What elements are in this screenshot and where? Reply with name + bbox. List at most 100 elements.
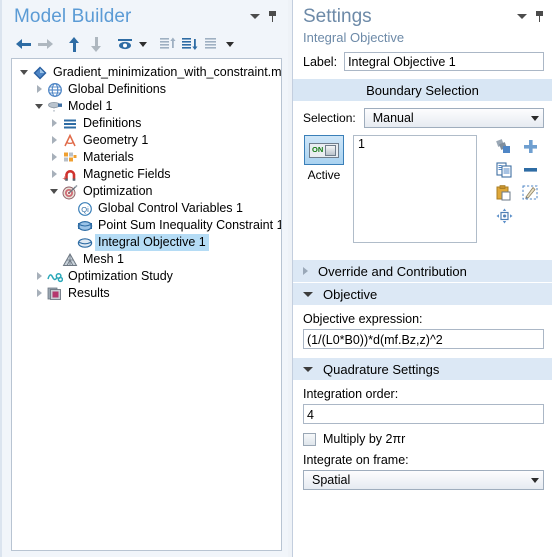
quadrature-settings-header[interactable]: Quadrature Settings xyxy=(293,357,552,380)
quadrature-settings-body: Integration order: 4 Multiply by 2πr Int… xyxy=(293,380,552,490)
pin-icon[interactable] xyxy=(268,11,277,22)
label-row: Label: Integral Objective 1 xyxy=(293,46,552,78)
objective-body: Objective expression: (1/(L0*B0))*d(mf.B… xyxy=(293,305,552,357)
chevron-down-icon xyxy=(531,477,539,483)
eye-icon xyxy=(118,39,132,50)
list-icon xyxy=(205,38,216,49)
label-input[interactable]: Integral Objective 1 xyxy=(344,52,544,71)
list-item[interactable]: 1 xyxy=(358,137,476,151)
tree-node-magnetic-fields[interactable]: + Magnetic Fields xyxy=(12,166,281,183)
chevron-right-icon[interactable] xyxy=(48,132,61,149)
tree-node-model-1[interactable]: Model 1 xyxy=(12,98,281,115)
selection-caption: Selection: xyxy=(303,111,356,125)
integrate-on-frame-dropdown[interactable]: Spatial xyxy=(303,470,544,490)
override-and-contribution-header[interactable]: Override and Contribution xyxy=(293,259,552,282)
back-button[interactable] xyxy=(12,33,34,55)
root-model-icon xyxy=(31,65,49,81)
collapse-all-button[interactable] xyxy=(179,33,201,55)
globe-icon xyxy=(46,82,64,98)
zoom-to-selection-button[interactable] xyxy=(493,206,515,226)
settings-header: Settings xyxy=(293,0,552,28)
tree-node-global-definitions[interactable]: Global Definitions xyxy=(12,81,281,98)
toggle-knob xyxy=(325,144,337,156)
tree-node-optimization-study[interactable]: Optimization Study xyxy=(12,268,281,285)
show-button[interactable] xyxy=(114,33,136,55)
toggle-on-label: ON xyxy=(312,145,324,154)
settings-subtitle: Integral Objective xyxy=(303,30,405,45)
arrow-down-icon xyxy=(91,36,102,52)
expand-all-button[interactable] xyxy=(157,33,179,55)
tree-node-gradient-minimization-with-constraint-mph[interactable]: Gradient_minimization_with_constraint.mp… xyxy=(12,64,281,81)
page-title: Model Builder xyxy=(14,6,132,27)
boundary-body-pad xyxy=(303,243,544,251)
materials-icon xyxy=(61,150,79,166)
move-up-button[interactable] xyxy=(63,33,85,55)
settings-panel: Settings Integral Objective Label: Integ… xyxy=(292,0,552,557)
selection-dropdown[interactable]: Manual xyxy=(363,108,544,128)
paste-button[interactable] xyxy=(493,183,515,203)
show-dropdown[interactable] xyxy=(136,33,150,55)
chevron-down-icon[interactable] xyxy=(33,98,46,115)
chevron-right-icon[interactable] xyxy=(48,115,61,132)
chevron-down-icon xyxy=(226,41,234,47)
chevron-right-icon[interactable] xyxy=(48,166,61,183)
geometry-icon xyxy=(61,133,79,149)
forward-button[interactable] xyxy=(34,33,56,55)
chevron-down-icon xyxy=(303,291,313,297)
chevron-down-icon[interactable] xyxy=(250,14,260,19)
objective-header[interactable]: Objective xyxy=(293,282,552,305)
tree-node-results[interactable]: Results xyxy=(12,285,281,302)
override-and-contribution-title: Override and Contribution xyxy=(318,263,467,279)
tree-node-materials[interactable]: Materials xyxy=(12,149,281,166)
tree-node-label: Geometry 1 xyxy=(83,133,149,147)
remove-from-selection-button[interactable] xyxy=(519,160,541,180)
model-builder-header: Model Builder xyxy=(5,3,284,32)
list-options-dropdown[interactable] xyxy=(223,33,237,55)
objective-expression-input[interactable]: (1/(L0*B0))*d(mf.Bz,z)^2 xyxy=(303,329,544,349)
chevron-down-icon[interactable] xyxy=(48,183,61,200)
integration-order-input[interactable]: 4 xyxy=(303,404,544,424)
selection-value: Manual xyxy=(372,111,414,125)
active-caption: Active xyxy=(307,168,341,182)
tree-node-global-control-variables-1[interactable]: Qi Global Control Variables 1 xyxy=(12,200,281,217)
chevron-down-icon[interactable] xyxy=(517,14,527,19)
tree-node-mesh-1[interactable]: Mesh 1 xyxy=(12,251,281,268)
remove-from-selection-icon xyxy=(523,168,537,172)
pin-icon[interactable] xyxy=(535,11,544,22)
model-builder-header-icons xyxy=(250,6,280,22)
multiply-checkbox[interactable] xyxy=(303,432,316,446)
clear-selection-button[interactable] xyxy=(519,183,541,203)
chevron-right-icon[interactable] xyxy=(48,149,61,166)
chevron-down-icon[interactable] xyxy=(18,64,31,81)
comsol-window: Model Builder Gradient_minimization_with… xyxy=(0,0,552,557)
boundary-selection-header[interactable]: Boundary Selection xyxy=(293,78,552,101)
copy-button[interactable] xyxy=(493,160,515,180)
create-selection-button[interactable] xyxy=(493,137,515,157)
tree-node-label: Global Control Variables 1 xyxy=(98,201,243,215)
model-tree[interactable]: Gradient_minimization_with_constraint.mp… xyxy=(11,58,282,551)
add-to-selection-button[interactable] xyxy=(519,137,541,157)
chevron-down-icon xyxy=(531,115,539,121)
tree-node-optimization[interactable]: Optimization xyxy=(12,183,281,200)
multiply-label: Multiply by 2πr xyxy=(323,432,406,446)
objective-title: Objective xyxy=(323,286,378,302)
active-toggle-wrap: ON Active xyxy=(303,135,345,182)
model-node-icon xyxy=(46,99,64,115)
add-to-selection-icon xyxy=(523,140,537,153)
selection-list[interactable]: 1 xyxy=(353,135,477,243)
model-builder-panel: Model Builder Gradient_minimization_with… xyxy=(0,0,288,557)
chevron-right-icon[interactable] xyxy=(33,268,46,285)
tree-node-integral-objective-1[interactable]: Integral Objective 1 xyxy=(12,234,281,251)
list-options-button[interactable] xyxy=(201,33,223,55)
chevron-right-icon[interactable] xyxy=(33,285,46,302)
multiply-checkbox-row[interactable]: Multiply by 2πr xyxy=(293,424,552,446)
tree-node-definitions[interactable]: Definitions xyxy=(12,115,281,132)
chevron-right-icon[interactable] xyxy=(33,81,46,98)
move-down-button[interactable] xyxy=(85,33,107,55)
tree-node-label: Magnetic Fields xyxy=(83,167,171,181)
constraint-icon xyxy=(76,218,94,234)
tree-node-geometry-1[interactable]: Geometry 1 xyxy=(12,132,281,149)
active-toggle-button[interactable]: ON xyxy=(304,135,344,165)
tree-node-point-sum-inequality-constraint-1[interactable]: Point Sum Inequality Constraint 1 xyxy=(12,217,281,234)
zoom-to-selection-icon xyxy=(496,208,512,223)
